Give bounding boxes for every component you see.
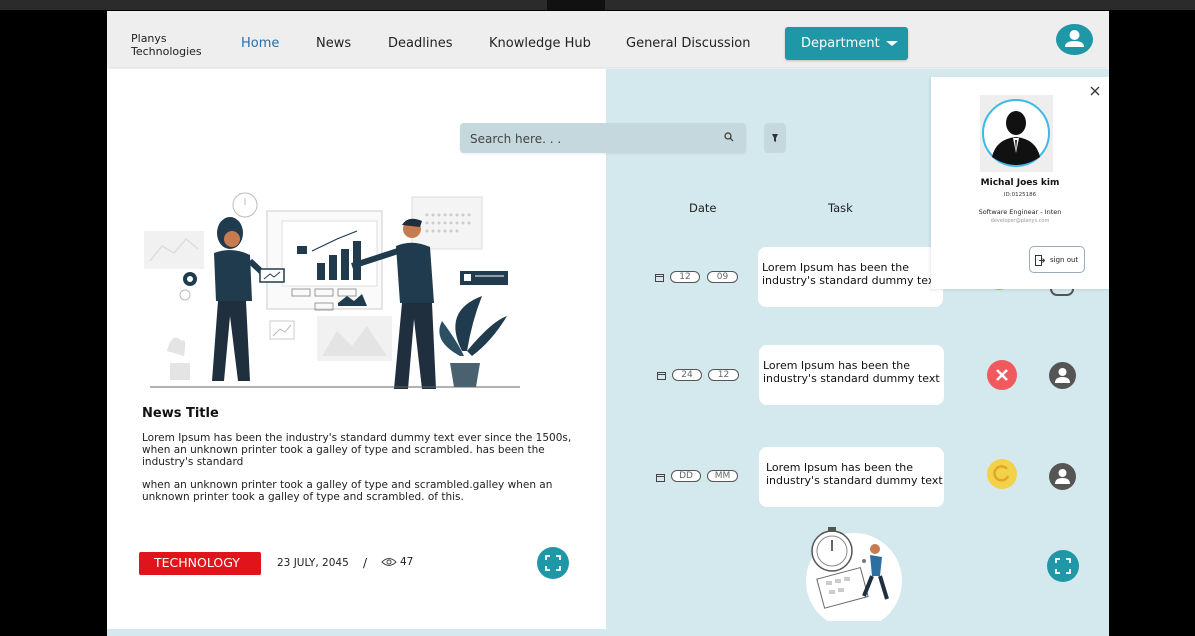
task-text-line1: Lorem Ipsum has been the [763,359,911,372]
status-pending-icon[interactable] [987,459,1017,489]
expand-icon [545,555,561,571]
task-day-pill[interactable]: DD [671,470,701,482]
nav-home[interactable]: Home [241,36,279,51]
sign-out-icon [1035,255,1045,266]
profile-popup: Michal Joes kim ID:0125186 Software Engi… [931,77,1109,289]
department-label: Department [801,36,880,51]
filter-button[interactable] [764,123,786,153]
expand-icon [1055,558,1071,574]
deadline-illustration [806,527,902,621]
calendar-icon [657,372,666,380]
search-input[interactable] [470,129,710,149]
task-month-pill[interactable]: 09 [707,271,738,283]
nav-knowledge-hub[interactable]: Knowledge Hub [489,36,591,51]
app-window: Planys Technologies Home News Deadlines … [107,11,1109,636]
calendar-icon [655,274,664,282]
view-count: 47 [381,556,413,568]
top-navbar: Planys Technologies Home News Deadlines … [107,11,1109,67]
brand-logo[interactable]: Planys Technologies [131,32,202,58]
news-paragraph-2: when an unknown printer took a galley of… [142,479,553,503]
status-rejected-icon[interactable] [987,360,1017,390]
filter-icon [772,134,778,142]
task-text-line2: industry's standard dummy text [763,372,940,385]
department-dropdown-button[interactable]: Department [785,27,908,60]
task-text-line1: Lorem Ipsum has been the [766,461,914,474]
task-day-pill[interactable]: 24 [672,369,702,381]
chevron-down-icon [885,41,898,46]
tasks-expand-button[interactable] [1047,550,1079,582]
profile-role: Software Enginear - Inten [978,208,1062,216]
view-count-value: 47 [400,556,414,568]
user-icon [1065,30,1084,47]
brand-line2: Technologies [131,45,202,58]
task-text-line1: Lorem Ipsum has been the [762,261,910,274]
nav-news[interactable]: News [316,36,351,51]
browser-top-bar [0,0,1195,10]
search-bar [460,123,746,153]
meta-separator: / [363,556,368,570]
business-analytics-illustration [144,192,520,389]
news-date: 23 JULY, 2045 [277,557,349,569]
task-card[interactable]: Lorem Ipsum has been the industry's stan… [759,345,944,405]
news-expand-button[interactable] [537,547,569,579]
close-icon[interactable] [1088,84,1102,98]
assignee-avatar-icon[interactable] [1049,362,1076,389]
nav-deadlines[interactable]: Deadlines [388,36,452,51]
eye-icon [381,558,397,566]
task-day-pill[interactable]: 12 [670,271,700,283]
brand-line1: Planys [131,32,167,45]
category-tag[interactable]: TECHNOLOGY [139,552,261,575]
date-column-header: Date [689,201,717,215]
calendar-icon [656,474,665,482]
browser-notch [547,0,605,10]
profile-email: developer@planys.com [990,218,1050,224]
task-month-pill[interactable]: 12 [708,369,739,381]
sign-out-button[interactable]: sign out [1029,246,1085,273]
search-icon[interactable] [724,132,734,142]
profile-photo [980,95,1053,172]
profile-name: Michal Joes kim [980,178,1060,188]
assignee-avatar-icon[interactable] [1049,463,1076,490]
task-text-line2: industry's standard dummy text [762,274,939,287]
task-card[interactable]: Lorem Ipsum has been the industry's stan… [758,247,943,307]
profile-id: ID:0125186 [1003,192,1037,198]
news-title[interactable]: News Title [142,406,219,421]
sign-out-label: sign out [1050,256,1079,264]
task-card[interactable]: Lorem Ipsum has been the industry's stan… [759,447,944,507]
news-paragraph-1: Lorem Ipsum has been the industry's stan… [142,432,572,468]
news-body: Lorem Ipsum has been the industry's stan… [142,432,582,514]
nav-general-discussion[interactable]: General Discussion [626,36,751,51]
bottom-strip [107,629,1109,636]
task-column-header: Task [828,201,853,215]
task-month-pill[interactable]: MM [707,470,738,482]
assignee-avatar-icon[interactable] [1050,289,1074,296]
task-text-line2: industry's standard dummy text [766,474,943,487]
profile-avatar-button[interactable] [1056,24,1093,55]
